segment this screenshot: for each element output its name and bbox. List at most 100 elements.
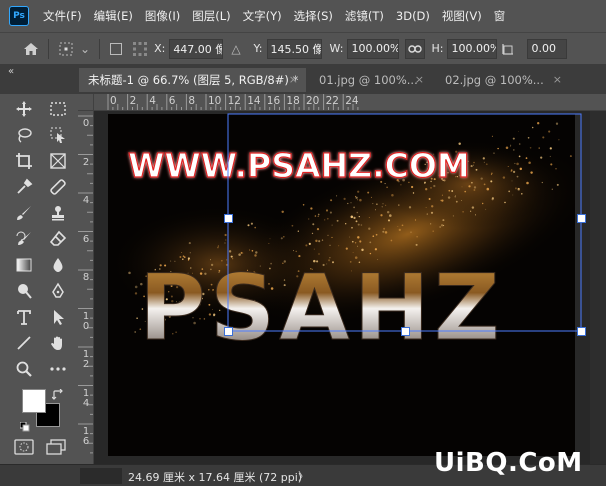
brush-icon[interactable] [12, 201, 36, 225]
watermark-text: UiBQ.CoM [434, 448, 583, 478]
ruler-h-label: 20 [306, 95, 320, 107]
pen-icon[interactable] [46, 279, 70, 303]
swap-colors-icon[interactable] [51, 386, 64, 400]
tab-document-untitled[interactable]: 未标题-1 @ 66.7% (图层 5, RGB/8#) * × [79, 68, 306, 92]
zoom-field[interactable] [80, 468, 122, 484]
quick-mask-icon[interactable] [14, 439, 34, 455]
menu-type[interactable]: 文字(Y) [237, 8, 288, 24]
menu-image[interactable]: 图像(I) [139, 8, 186, 24]
menu-window[interactable]: 窗 [488, 8, 512, 24]
close-icon[interactable]: × [289, 73, 298, 86]
width-field[interactable]: 100.00% [347, 38, 400, 59]
x-position-field[interactable]: 447.00 像 [169, 38, 224, 59]
eyedropper-icon[interactable] [12, 175, 36, 199]
healing-icon[interactable] [46, 175, 70, 199]
stamp-icon[interactable] [46, 201, 70, 225]
canvas-artwork: WWW.PSAHZ.COM PSAHZ [108, 122, 575, 362]
menu-view[interactable]: 视图(V) [436, 8, 488, 24]
screen-mode-icon[interactable] [46, 439, 66, 455]
default-colors-icon[interactable] [19, 417, 30, 432]
close-icon[interactable]: × [553, 73, 562, 86]
ruler-h-label: 16 [266, 95, 281, 107]
link-icon[interactable] [405, 38, 426, 59]
quick-select-icon[interactable] [46, 123, 70, 147]
ruler-v-label: 4 [82, 195, 90, 206]
menu-bar: Ps 文件(F) 编辑(E) 图像(I) 图层(L) 文字(Y) 选择(S) 滤… [0, 0, 606, 32]
ruler-v-label: 2 [82, 156, 90, 168]
chevron-down-icon[interactable]: ⌄ [80, 42, 90, 56]
ruler-v-label: 8 [82, 272, 90, 283]
menu-3d[interactable]: 3D(D) [390, 9, 436, 23]
marquee-icon[interactable] [46, 97, 70, 121]
divider [99, 38, 101, 59]
transform-handle[interactable] [224, 214, 233, 223]
menu-edit[interactable]: 编辑(E) [88, 8, 139, 24]
menu-select[interactable]: 选择(S) [288, 8, 339, 24]
ruler-h-label: 14 [247, 95, 261, 107]
ruler-v-label: 1 0 [82, 310, 90, 332]
gradient-icon[interactable] [12, 253, 36, 277]
home-icon[interactable] [20, 38, 42, 60]
ruler-h-label: 4 [149, 95, 156, 107]
vertical-ruler[interactable]: 0 2 4 6 8 1 0 1 2 1 4 1 6 [78, 111, 94, 464]
ruler-h-label: 6 [168, 95, 176, 107]
menu-filter[interactable]: 滤镜(T) [339, 8, 390, 24]
angle-field[interactable]: 0.00 [527, 38, 568, 59]
ruler-h-label: 24 [345, 95, 359, 107]
ruler-h-label: 18 [286, 95, 300, 107]
status-menu-icon[interactable]: 〉 [298, 468, 309, 484]
y-label: Y: [253, 42, 263, 55]
collapse-panel-icon[interactable]: « [8, 66, 14, 77]
reference-grid-icon [132, 41, 148, 57]
menu-layer[interactable]: 图层(L) [186, 8, 236, 24]
delta-icon[interactable]: △ [231, 42, 240, 56]
path-select-icon[interactable] [46, 305, 70, 329]
photoshop-window: Ps 文件(F) 编辑(E) 图像(I) 图层(L) 文字(Y) 选择(S) 滤… [0, 0, 606, 486]
transform-handle[interactable] [224, 327, 233, 336]
ruler-v-label: 1 2 [82, 349, 90, 370]
history-brush-icon[interactable] [12, 227, 36, 251]
y-position-field[interactable]: 145.50 像 [266, 38, 322, 59]
menu-file[interactable]: 文件(F) [37, 8, 88, 24]
ruler-h-label: 2 [129, 95, 137, 107]
zoom-icon[interactable] [12, 357, 36, 381]
h-label: H: [431, 42, 444, 55]
ruler-h-label: 0 [110, 95, 117, 107]
reference-point-icon[interactable] [55, 39, 77, 59]
crop-icon[interactable] [12, 149, 36, 173]
dodge-icon[interactable] [12, 279, 36, 303]
reference-checkbox[interactable] [110, 42, 123, 55]
frame-icon[interactable] [46, 149, 70, 173]
big-text: PSAHZ [139, 256, 504, 361]
document-canvas[interactable]: WWW.PSAHZ.COM PSAHZ [108, 114, 575, 456]
lasso-icon[interactable] [12, 123, 36, 147]
tab-document-01[interactable]: 01.jpg @ 100%... × [310, 68, 432, 92]
url-text: WWW.PSAHZ.COM [128, 146, 470, 185]
horizontal-ruler[interactable]: 0 2 4 6 8 10 12 14 16 18 20 22 24 [94, 94, 606, 111]
ruler-v-label: 6 [82, 233, 90, 245]
divider [48, 38, 49, 59]
eraser-icon[interactable] [46, 227, 70, 251]
transform-handle[interactable] [577, 214, 586, 223]
foreground-color-swatch[interactable] [22, 389, 46, 413]
blur-icon[interactable] [46, 253, 70, 277]
angle-icon [501, 42, 515, 56]
ruler-v-label: 1 4 [82, 387, 90, 409]
ruler-h-label: 12 [227, 95, 241, 107]
close-icon[interactable]: × [415, 73, 424, 86]
document-size: 24.69 厘米 x 17.64 厘米 (72 ppi) [128, 471, 303, 484]
ruler-h-label: 8 [188, 95, 196, 107]
more-icon[interactable] [46, 357, 70, 381]
height-field[interactable]: 100.00% [447, 38, 498, 59]
ruler-origin[interactable] [78, 94, 94, 111]
move-icon[interactable] [12, 97, 36, 121]
transform-handle[interactable] [401, 327, 410, 336]
options-bar: ⌄ X: 447.00 像 △ Y: 145.50 像 W: 100.00% H… [0, 32, 606, 64]
transform-handle[interactable] [577, 327, 586, 336]
tab-label: 02.jpg @ 100%... [445, 73, 544, 87]
hand-icon[interactable] [46, 331, 70, 355]
vertical-scrollbar[interactable] [590, 111, 606, 464]
line-icon[interactable] [12, 331, 36, 355]
type-icon[interactable] [12, 305, 36, 329]
tab-document-02[interactable]: 02.jpg @ 100%... × [436, 68, 570, 92]
